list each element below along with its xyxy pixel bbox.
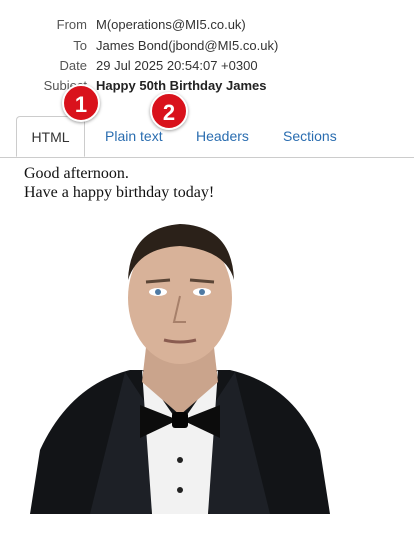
tab-headers[interactable]: Headers <box>196 126 249 146</box>
tab-html[interactable]: HTML <box>16 116 85 157</box>
tab-plain-text[interactable]: Plain text <box>105 126 163 146</box>
header-date-label: Date <box>59 58 87 73</box>
header-subject-row: Subject Happy 50th Birthday James <box>0 76 414 96</box>
header-date-row: Date 29 Jul 2025 20:54:07 +0300 <box>0 56 414 76</box>
portrait-image <box>30 224 330 514</box>
tab-sections[interactable]: Sections <box>283 126 337 146</box>
message-line-1: Good afternoon. <box>24 165 129 182</box>
header-from-label: From <box>56 17 87 32</box>
header-date-value: 29 Jul 2025 20:54:07 +0300 <box>96 58 258 73</box>
header-from-row: From M(operations@MI5.co.uk) <box>0 15 414 35</box>
header-to-value: James Bond(jbond@MI5.co.uk) <box>96 38 279 53</box>
header-to-label: To <box>73 38 87 53</box>
annotation-badge-2: 2 <box>150 92 188 130</box>
header-subject-value: Happy 50th Birthday James <box>96 78 267 93</box>
annotation-badge-1: 1 <box>62 84 100 122</box>
header-to-row: To James Bond(jbond@MI5.co.uk) <box>0 36 414 56</box>
message-line-2: Have a happy birthday today! <box>24 184 215 201</box>
view-tabs: HTML Plain text Headers Sections <box>0 116 414 158</box>
header-from-value: M(operations@MI5.co.uk) <box>96 17 246 32</box>
message-body: Good afternoon. Have a happy birthday to… <box>24 164 214 202</box>
